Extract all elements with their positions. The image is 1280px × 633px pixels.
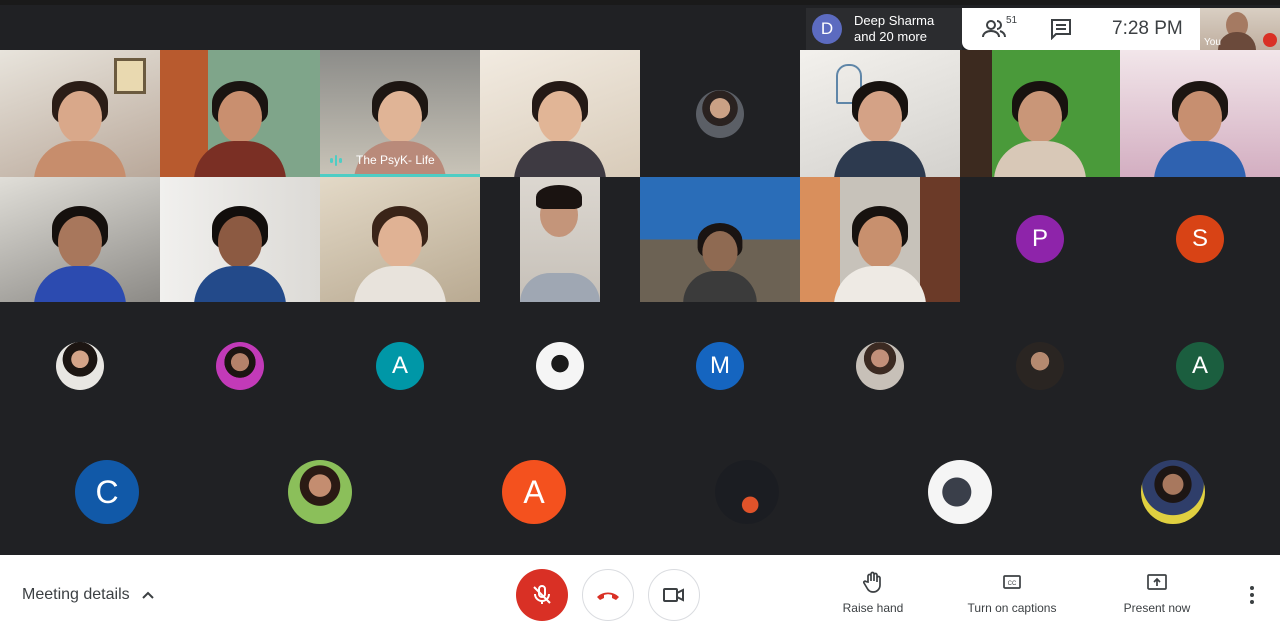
speaker-name-tag: The PsyK- Life: [330, 153, 435, 167]
self-label: You: [1204, 37, 1221, 48]
speaker-name: The PsyK- Life: [356, 153, 435, 167]
self-body: [1218, 32, 1256, 50]
people-count: 51: [1006, 15, 1018, 26]
camera-toggle-button[interactable]: [648, 569, 700, 621]
mic-toggle-button[interactable]: [516, 569, 568, 621]
participant-avatar: A: [1176, 342, 1224, 390]
avatar-tile[interactable]: [960, 302, 1120, 430]
participant-video: [994, 81, 1086, 177]
participant-avatar: A: [502, 460, 566, 524]
present-now-button[interactable]: Present now: [1120, 571, 1194, 615]
video-tile[interactable]: [640, 177, 800, 302]
avatar-tile[interactable]: A M: [0, 302, 960, 430]
avatar-tile[interactable]: S: [1120, 177, 1280, 302]
present-screen-icon: [1147, 574, 1167, 590]
chevron-up-icon: [141, 591, 154, 599]
participant-avatar: A: [376, 342, 424, 390]
participant-avatar: [536, 342, 584, 390]
hang-up-icon: [597, 592, 619, 600]
presenter-info: Deep Sharma and 20 more: [854, 13, 934, 45]
mic-off-icon: [533, 585, 551, 604]
participant-avatar: [56, 342, 104, 390]
participant-video: [354, 206, 446, 302]
participant-video: [34, 81, 126, 177]
raise-hand-button[interactable]: Raise hand: [842, 571, 904, 615]
participant-avatar: [696, 90, 744, 138]
participant-avatar: [1016, 342, 1064, 390]
presenter-more: and 20 more: [854, 29, 927, 44]
video-tile-active-speaker[interactable]: The PsyK- Life: [320, 50, 480, 177]
bottom-control-bar: Meeting details Raise hand CC Turn on ca…: [0, 555, 1280, 633]
participant-video: [683, 223, 757, 302]
avatar-tile[interactable]: [640, 430, 853, 555]
top-edge: [0, 0, 1280, 5]
video-tile[interactable]: [1120, 50, 1280, 177]
participant-avatar: [856, 342, 904, 390]
captions-label: Turn on captions: [967, 601, 1057, 615]
top-bar: D Deep Sharma and 20 more 51 7:28 PM You: [0, 0, 1280, 50]
video-tile[interactable]: [320, 177, 480, 302]
participant-video: [834, 206, 926, 302]
participant-avatar: M: [696, 342, 744, 390]
mic-off-icon: [1263, 33, 1277, 47]
video-feed: [520, 177, 600, 302]
meet-window: D Deep Sharma and 20 more 51 7:28 PM You…: [0, 0, 1280, 633]
avatar-tile[interactable]: P: [960, 177, 1120, 302]
presenter-chip[interactable]: D Deep Sharma and 20 more: [806, 8, 962, 50]
video-tile[interactable]: [0, 177, 160, 302]
video-tile[interactable]: [160, 177, 320, 302]
avatar-tile[interactable]: [853, 430, 1066, 555]
speaking-indicator-icon: [330, 154, 343, 166]
participant-avatar: [216, 342, 264, 390]
end-call-button[interactable]: [582, 569, 634, 621]
chat-icon: [1051, 19, 1071, 41]
meeting-details-button[interactable]: Meeting details: [22, 586, 154, 604]
present-now-label: Present now: [1123, 601, 1191, 615]
participant-avatar: P: [1016, 215, 1064, 263]
captions-button[interactable]: CC Turn on captions: [962, 571, 1062, 615]
participant-avatar: S: [1176, 215, 1224, 263]
avatar-tile[interactable]: C: [0, 430, 213, 555]
presenter-avatar: D: [812, 14, 842, 44]
participant-avatar: [1141, 460, 1205, 524]
participant-avatar: [715, 460, 779, 524]
participant-video: [34, 206, 126, 302]
presenter-name: Deep Sharma: [854, 13, 935, 28]
chat-button[interactable]: [1050, 18, 1074, 42]
status-panel: 51 7:28 PM: [962, 8, 1200, 50]
video-tile[interactable]: [800, 50, 960, 177]
clock: 7:28 PM: [1112, 18, 1183, 39]
closed-captions-icon: CC: [1003, 575, 1021, 589]
video-tile[interactable]: [480, 50, 640, 177]
video-tile[interactable]: [160, 50, 320, 177]
participant-video: [194, 206, 286, 302]
more-options-button[interactable]: [1244, 585, 1260, 605]
camera-icon: [663, 588, 684, 602]
participant-video: [834, 81, 926, 177]
participant-video: [1154, 81, 1246, 177]
raise-hand-label: Raise hand: [842, 601, 904, 615]
avatar-tile[interactable]: [213, 430, 426, 555]
video-tile[interactable]: [0, 50, 160, 177]
participant-avatar: [928, 460, 992, 524]
participant-avatar: [288, 460, 352, 524]
participant-video: [194, 81, 286, 177]
participant-avatar: C: [75, 460, 139, 524]
video-tile[interactable]: [800, 177, 960, 302]
more-vert-icon: [1250, 586, 1254, 604]
video-tile[interactable]: [480, 177, 640, 302]
participant-video: [514, 81, 606, 177]
video-tile[interactable]: [960, 50, 1120, 177]
hand-icon: [863, 571, 881, 593]
svg-text:CC: CC: [1008, 581, 1017, 587]
avatar-tile[interactable]: A: [1120, 302, 1280, 430]
avatar-tile[interactable]: [1066, 430, 1280, 555]
people-button[interactable]: 51: [982, 15, 1018, 42]
avatar-tile[interactable]: A: [427, 430, 640, 555]
people-icon: [982, 20, 1006, 38]
meeting-details-label: Meeting details: [22, 586, 130, 603]
self-view-tile[interactable]: You: [1200, 8, 1280, 50]
video-tile[interactable]: [640, 50, 800, 177]
